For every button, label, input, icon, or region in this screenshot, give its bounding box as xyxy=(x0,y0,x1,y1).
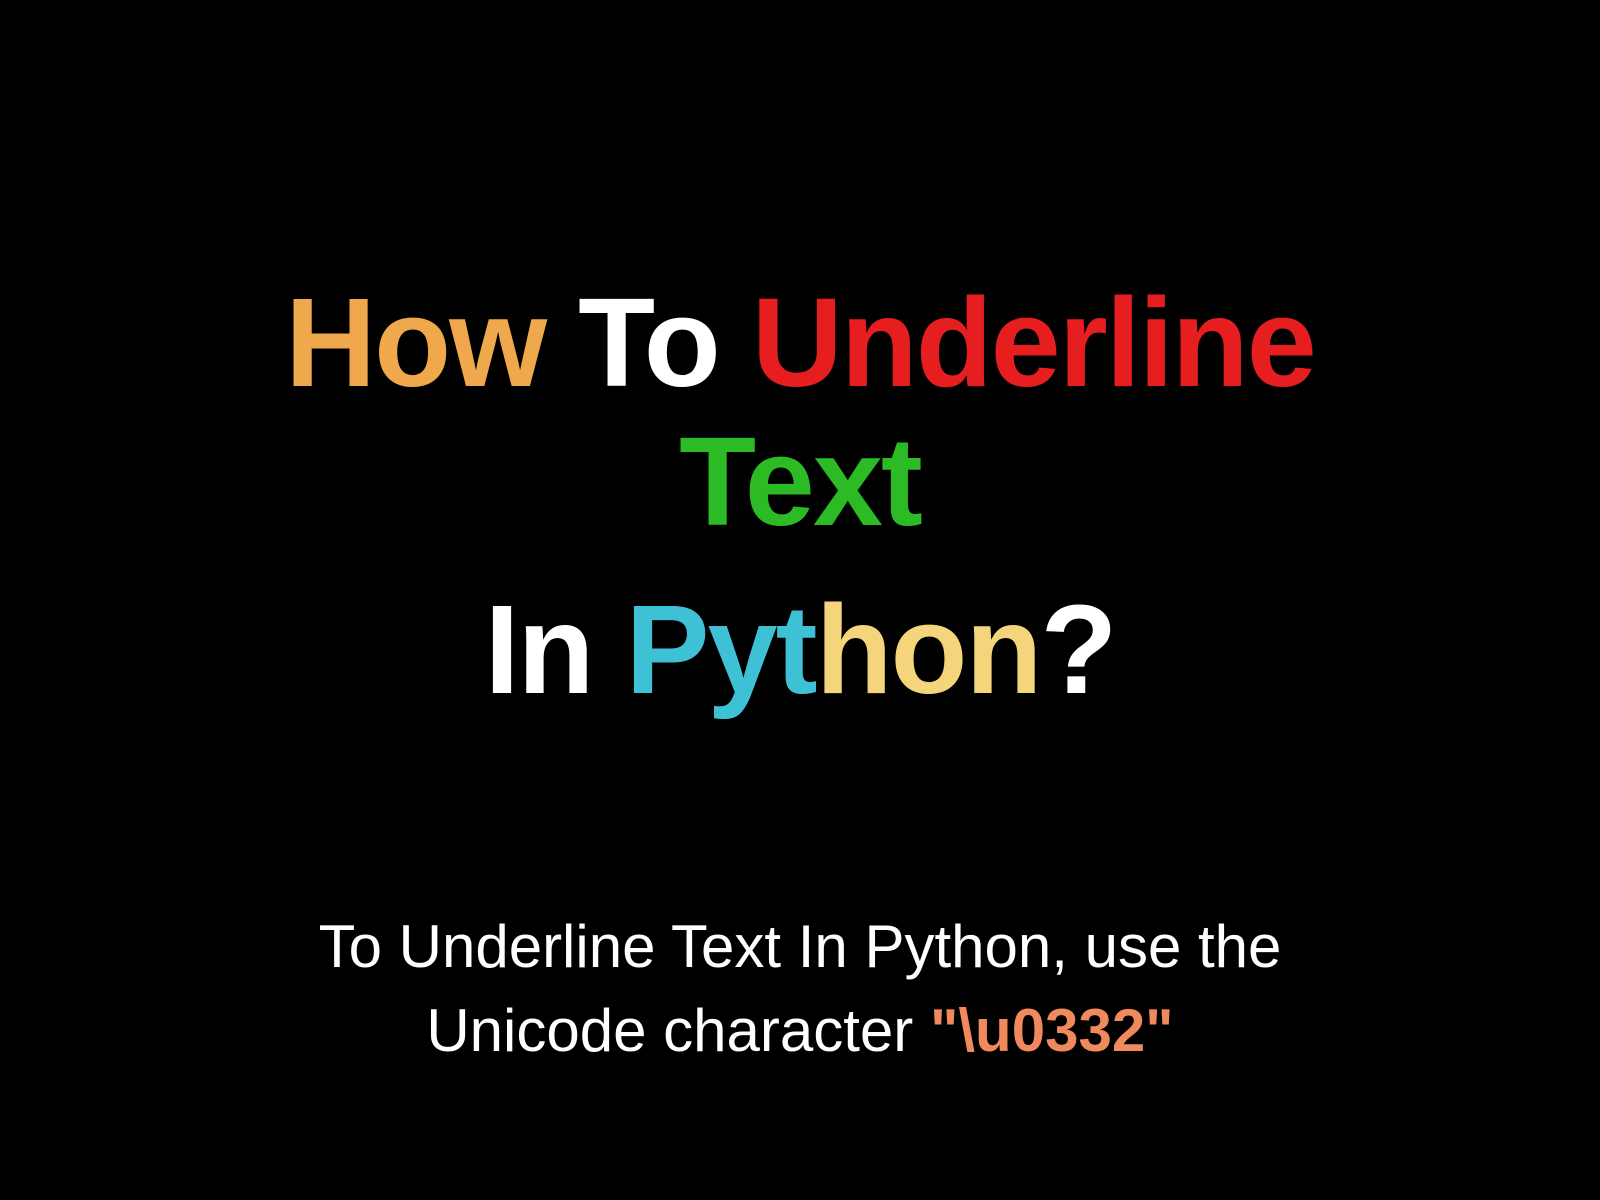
title-question-mark: ? xyxy=(1041,579,1116,720)
title-word-to: To xyxy=(578,272,719,413)
python-part1: Pyt xyxy=(626,579,816,720)
slide-card: How To Underline Text In Python? To Unde… xyxy=(165,124,1435,1076)
title-line-2: In Python? xyxy=(205,581,1395,720)
unicode-code: "\u0332" xyxy=(930,997,1174,1064)
title-word-text: Text xyxy=(679,411,921,552)
title-word-in: In xyxy=(485,579,593,720)
slide-subtitle: To Underline Text In Python, use the Uni… xyxy=(319,905,1282,1073)
title-word-python: Python xyxy=(626,579,1041,720)
title-line-1: How To Underline Text xyxy=(205,274,1395,551)
subtitle-line-2-text: Unicode character xyxy=(426,997,930,1064)
subtitle-line-1: To Underline Text In Python, use the xyxy=(319,913,1282,980)
title-word-how: How xyxy=(285,272,545,413)
python-part2: hon xyxy=(816,579,1041,720)
title-word-underline: Underline xyxy=(752,272,1315,413)
slide-title: How To Underline Text In Python? xyxy=(205,274,1395,750)
